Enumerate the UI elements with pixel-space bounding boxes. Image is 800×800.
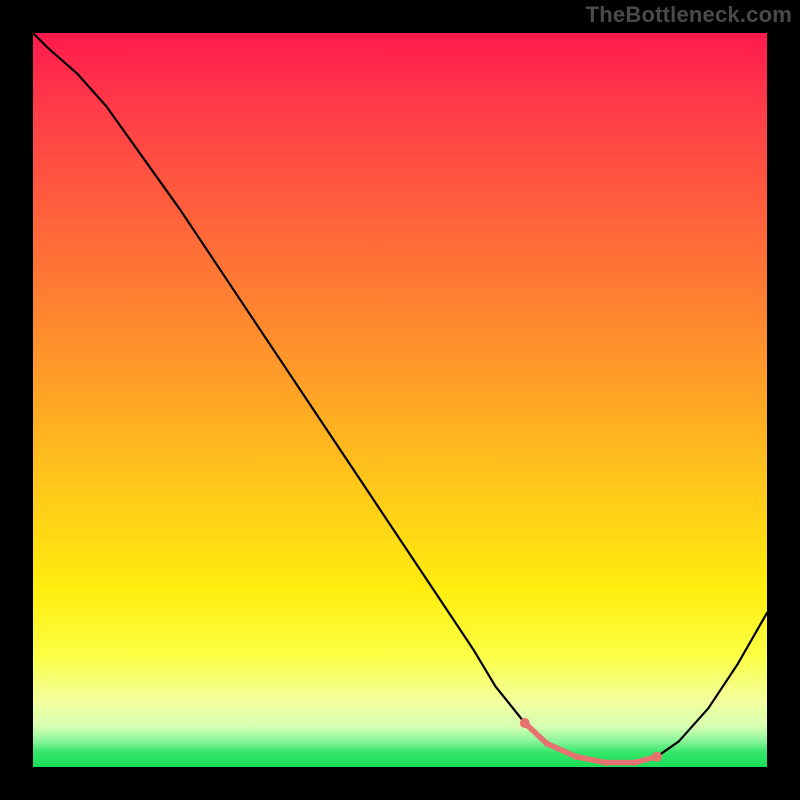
optimal-range-dot — [544, 740, 550, 746]
optimal-range-dot — [632, 759, 638, 765]
chart-frame: TheBottleneck.com — [0, 0, 800, 800]
optimal-range-dot — [652, 752, 662, 762]
curve-layer — [33, 33, 767, 767]
optimal-range-dot — [520, 718, 530, 728]
bottleneck-curve — [33, 33, 767, 763]
optimal-range-dot — [602, 759, 608, 765]
watermark-text: TheBottleneck.com — [586, 2, 792, 28]
plot-area — [33, 33, 767, 767]
optimal-range-dot — [573, 754, 579, 760]
